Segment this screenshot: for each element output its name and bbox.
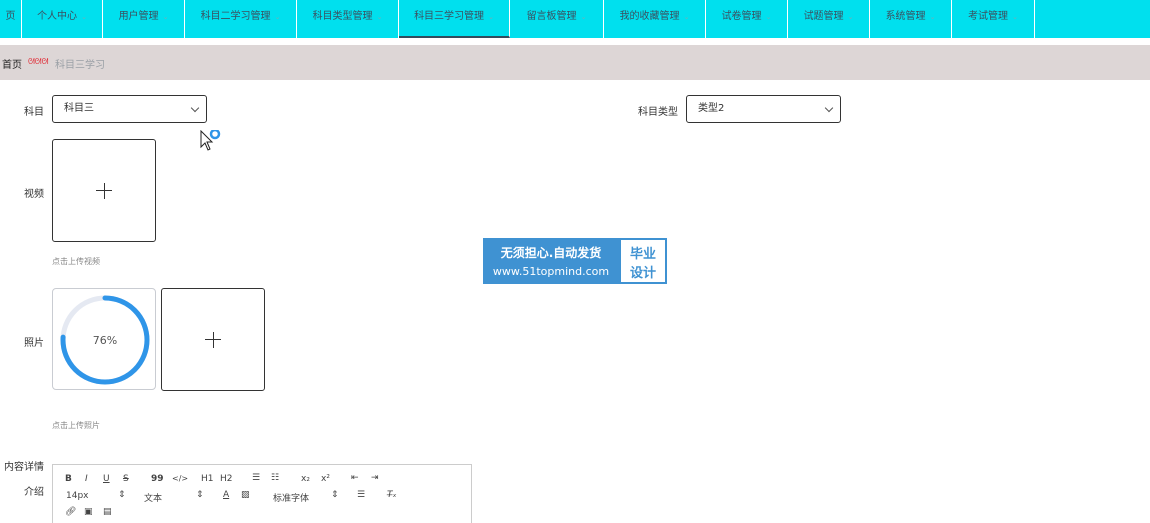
plus-icon xyxy=(205,331,221,348)
chevron-down-icon: ⌄ xyxy=(488,13,494,21)
italic-button[interactable]: I xyxy=(85,474,88,484)
h1-button[interactable]: H1 xyxy=(201,474,214,484)
rich-text-editor[interactable]: B I U S 99 </> H1 H2 ☰ ☷ x₂ x² ⇤ ⇥ 14px … xyxy=(52,464,472,523)
progress-percent: 76% xyxy=(92,334,118,347)
background-color-icon[interactable]: ▨ xyxy=(241,490,250,500)
clear-format-icon[interactable]: T̶ₓ xyxy=(387,490,397,500)
ordered-list-button[interactable]: ☰ xyxy=(252,473,260,483)
chevron-down-icon xyxy=(190,103,200,113)
subject-type-label: 科目类型 xyxy=(638,107,678,118)
strike-button[interactable]: S xyxy=(123,474,129,484)
outdent-button[interactable]: ⇤ xyxy=(351,473,359,483)
nav-item-exam-paper[interactable]: 试卷管理 ⌄ xyxy=(706,0,788,38)
nav-item-favorites[interactable]: 我的收藏管理 ⌄ xyxy=(604,0,706,38)
watermark-right2: 设计 xyxy=(629,266,656,281)
bold-button[interactable]: B xyxy=(65,474,72,484)
chevron-down-icon: ⌄ xyxy=(765,13,772,21)
photo-upload-progress: 76% xyxy=(52,288,156,390)
h2-button[interactable]: H2 xyxy=(220,474,233,484)
chevron-updown-icon: ⇕ xyxy=(196,490,204,500)
watermark-line2: www.51topmind.com xyxy=(492,265,610,278)
nav-item-label: 科目三学习管理 xyxy=(414,11,485,22)
chevron-down-icon: ⌄ xyxy=(580,13,587,21)
chevron-down-icon: ⌄ xyxy=(162,13,169,21)
nav-item-label: 我的收藏管理 xyxy=(619,11,680,22)
video-label: 视频 xyxy=(24,189,44,200)
watermark-line1: 无须担心.自动发货 xyxy=(500,246,602,260)
content-label: 内容详情 xyxy=(4,462,44,473)
video-upload-button[interactable] xyxy=(52,139,156,242)
align-icon[interactable]: ☰ xyxy=(357,490,365,500)
nav-item-label: 用户管理 xyxy=(118,11,159,22)
subscript-button[interactable]: x₂ xyxy=(301,474,310,484)
watermark-logo: 无须担心.自动发货 www.51topmind.com 毕业 设计 xyxy=(483,238,667,284)
nav-item-label: 试题管理 xyxy=(803,11,844,22)
watermark-left: 无须担心.自动发货 www.51topmind.com xyxy=(483,238,619,284)
nav-item-user-management[interactable]: 用户管理 ⌄ xyxy=(103,0,185,38)
nav-item-subject2-study[interactable]: 科目二学习管理 ⌄ xyxy=(185,0,297,38)
chevron-down-icon xyxy=(824,103,834,113)
code-button[interactable]: </> xyxy=(172,474,188,483)
nav-item-label: 科目类型管理 xyxy=(312,11,373,22)
chevron-down-icon: ⌄ xyxy=(81,13,87,21)
indent-button[interactable]: ⇥ xyxy=(371,473,379,483)
nav-item-label: 科目二学习管理 xyxy=(200,11,271,22)
font-size-select[interactable]: 14px xyxy=(66,491,89,501)
breadcrumb-separator-icon: ᘛᘛᘛ xyxy=(28,57,49,66)
nav-item-label: 留言板管理 xyxy=(526,11,577,22)
watermark-right1: 毕业 xyxy=(629,247,656,262)
video-icon[interactable]: ▤ xyxy=(103,507,112,517)
bullet-list-button[interactable]: ☷ xyxy=(271,473,279,483)
chevron-down-icon: ⌄ xyxy=(929,13,936,21)
subject-type-select[interactable]: 类型2 xyxy=(686,95,841,123)
underline-button[interactable]: U xyxy=(103,474,110,484)
page: 页 个人中心 ⌄ 用户管理 ⌄ 科目二学习管理 ⌄ 科目类型管理 ⌄ 科目三学习管理 ⌄ … xyxy=(0,0,1150,523)
intro-label: 介绍 xyxy=(24,487,44,498)
nav-item-subject-type[interactable]: 科目类型管理 ⌄ xyxy=(297,0,399,38)
video-upload-hint: 点击上传视频 xyxy=(52,257,100,266)
font-family-select[interactable]: 标准字体 xyxy=(273,491,309,504)
nav-item-label: 试卷管理 xyxy=(721,11,762,22)
breadcrumb-home[interactable]: 首页 xyxy=(2,56,22,71)
chevron-down-icon: ⌄ xyxy=(274,13,281,21)
nav-item-questions[interactable]: 试题管理 ⌄ xyxy=(788,0,870,38)
plus-icon xyxy=(96,182,112,199)
breadcrumb-current: 科目三学习 xyxy=(55,60,105,71)
text-style-select[interactable]: 文本 xyxy=(144,491,162,504)
superscript-button[interactable]: x² xyxy=(321,474,330,484)
chevron-down-icon: ⌄ xyxy=(847,13,854,21)
chevron-down-icon: ⌄ xyxy=(376,13,383,21)
breadcrumb: 首页 ᘛᘛᘛ 科目三学习 xyxy=(0,45,1150,80)
watermark-right: 毕业 设计 xyxy=(619,238,667,284)
nav-item-system[interactable]: 系统管理 ⌄ xyxy=(870,0,952,38)
photo-label: 照片 xyxy=(24,338,44,349)
nav-item-label: 系统管理 xyxy=(885,11,926,22)
blockquote-button[interactable]: 99 xyxy=(151,474,164,484)
chevron-down-icon: ⌄ xyxy=(683,13,690,21)
nav-item-label: 页 xyxy=(5,11,16,22)
nav-item-exam[interactable]: 考试管理 ⌄ xyxy=(952,0,1035,38)
font-color-icon[interactable]: A xyxy=(223,490,229,500)
subject-select[interactable]: 科目三 xyxy=(52,95,207,123)
nav-item-label: 考试管理 xyxy=(968,11,1009,22)
subject-label: 科目 xyxy=(24,107,44,118)
top-nav: 页 个人中心 ⌄ 用户管理 ⌄ 科目二学习管理 ⌄ 科目类型管理 ⌄ 科目三学习管理 ⌄ … xyxy=(0,0,1150,38)
mouse-cursor-icon xyxy=(200,130,221,151)
chevron-down-icon: ⌄ xyxy=(1012,13,1018,21)
chevron-updown-icon: ⇕ xyxy=(118,490,126,500)
photo-upload-button[interactable] xyxy=(161,288,265,391)
nav-item-personal-center[interactable]: 个人中心 ⌄ xyxy=(22,0,103,38)
subject-select-value: 科目三 xyxy=(64,103,94,114)
nav-item-home[interactable]: 页 xyxy=(0,0,22,38)
nav-item-label: 个人中心 xyxy=(37,11,78,22)
subject-type-select-value: 类型2 xyxy=(698,103,725,114)
image-icon[interactable]: ▣ xyxy=(84,507,93,517)
photo-upload-hint: 点击上传照片 xyxy=(52,421,100,430)
nav-item-subject3-study[interactable]: 科目三学习管理 ⌄ xyxy=(399,0,510,38)
chevron-updown-icon: ⇕ xyxy=(331,490,339,500)
nav-item-message-board[interactable]: 留言板管理 ⌄ xyxy=(510,0,604,38)
link-icon[interactable]: 🔗︎ xyxy=(65,507,76,517)
